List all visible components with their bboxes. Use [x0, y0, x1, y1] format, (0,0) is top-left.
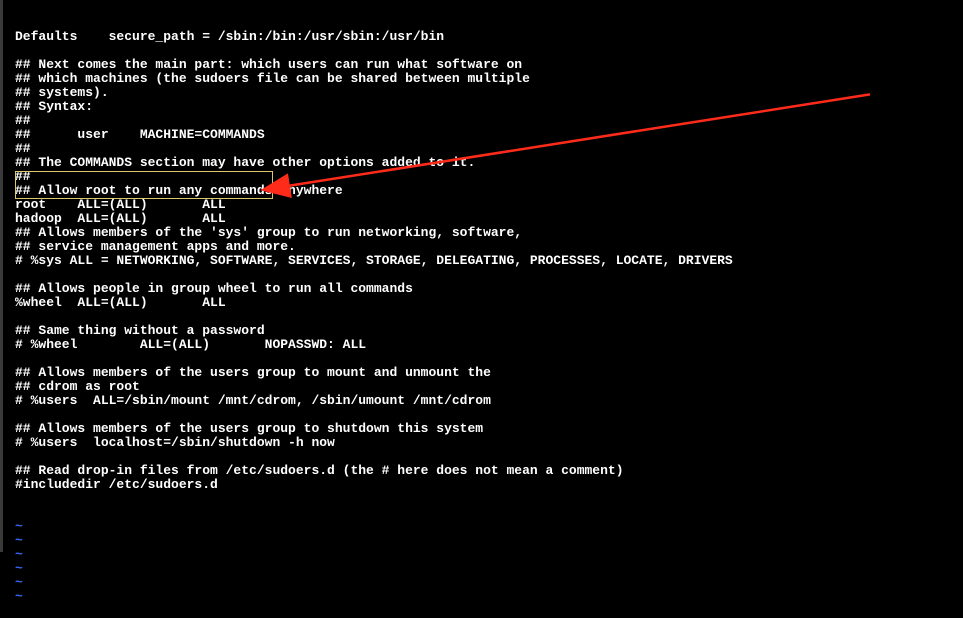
- file-line: ## systems).: [15, 86, 963, 100]
- file-line: [15, 408, 963, 422]
- vi-tilde-line: ~: [15, 562, 963, 576]
- file-line: [15, 450, 963, 464]
- file-line: ## Read drop-in files from /etc/sudoers.…: [15, 464, 963, 478]
- file-line: # %users localhost=/sbin/shutdown -h now: [15, 436, 963, 450]
- file-line: # %sys ALL = NETWORKING, SOFTWARE, SERVI…: [15, 254, 963, 268]
- file-line: ##: [15, 170, 963, 184]
- file-line: ## Allow root to run any commands anywhe…: [15, 184, 963, 198]
- file-line: ## cdrom as root: [15, 380, 963, 394]
- terminal-viewport[interactable]: Defaults secure_path = /sbin:/bin:/usr/s…: [0, 0, 963, 552]
- vi-empty-tildes: ~~~~~~: [15, 520, 963, 604]
- file-line: [15, 352, 963, 366]
- file-line: ## Allows people in group wheel to run a…: [15, 282, 963, 296]
- file-line: ## Syntax:: [15, 100, 963, 114]
- file-line: ## Allows members of the 'sys' group to …: [15, 226, 963, 240]
- vi-tilde-line: ~: [15, 548, 963, 562]
- file-line: hadoop ALL=(ALL) ALL: [15, 212, 963, 226]
- file-line: ##: [15, 114, 963, 128]
- file-line: ## which machines (the sudoers file can …: [15, 72, 963, 86]
- vi-tilde-line: ~: [15, 520, 963, 534]
- file-content: Defaults secure_path = /sbin:/bin:/usr/s…: [15, 30, 963, 492]
- file-line: ## The COMMANDS section may have other o…: [15, 156, 963, 170]
- file-line: Defaults secure_path = /sbin:/bin:/usr/s…: [15, 30, 963, 44]
- file-line: ## service management apps and more.: [15, 240, 963, 254]
- file-line: ## Allows members of the users group to …: [15, 422, 963, 436]
- file-line: [15, 44, 963, 58]
- file-line: [15, 268, 963, 282]
- file-line: %wheel ALL=(ALL) ALL: [15, 296, 963, 310]
- file-line: # %wheel ALL=(ALL) NOPASSWD: ALL: [15, 338, 963, 352]
- file-line: ## Next comes the main part: which users…: [15, 58, 963, 72]
- file-line: [15, 310, 963, 324]
- file-line: ##: [15, 142, 963, 156]
- vi-tilde-line: ~: [15, 534, 963, 548]
- file-line: #includedir /etc/sudoers.d: [15, 478, 963, 492]
- vi-tilde-line: ~: [15, 590, 963, 604]
- file-line: # %users ALL=/sbin/mount /mnt/cdrom, /sb…: [15, 394, 963, 408]
- file-line: ## Same thing without a password: [15, 324, 963, 338]
- file-line: root ALL=(ALL) ALL: [15, 198, 963, 212]
- vi-tilde-line: ~: [15, 576, 963, 590]
- file-line: ## user MACHINE=COMMANDS: [15, 128, 963, 142]
- file-line: ## Allows members of the users group to …: [15, 366, 963, 380]
